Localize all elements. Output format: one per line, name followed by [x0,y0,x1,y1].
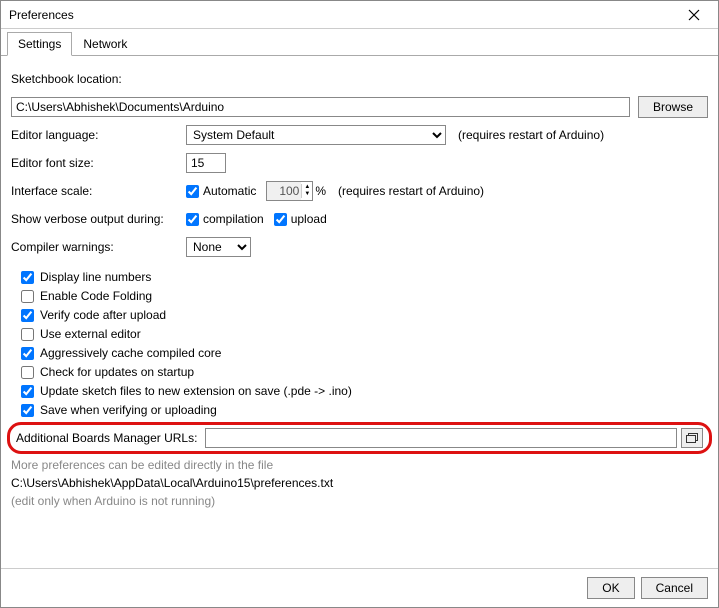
save-verify-checkbox[interactable] [21,404,34,417]
scale-label: Interface scale: [11,184,186,198]
dialog-footer: OK Cancel [1,568,718,607]
sketchbook-label: Sketchbook location: [11,72,122,86]
language-select[interactable]: System Default [186,125,446,145]
compilation-checkbox[interactable] [186,213,199,226]
code-folding-checkbox[interactable] [21,290,34,303]
compilation-checkbox-wrap[interactable]: compilation [186,212,264,226]
save-verify-label: Save when verifying or uploading [40,403,217,417]
additional-urls-row: Additional Boards Manager URLs: [7,422,712,454]
cancel-button[interactable]: Cancel [641,577,708,599]
language-restart-note: (requires restart of Arduino) [458,128,604,142]
spinner-arrows[interactable]: ▲▼ [301,184,312,198]
warnings-label: Compiler warnings: [11,240,186,254]
line-numbers-checkbox[interactable] [21,271,34,284]
scale-spinner[interactable]: ▲▼ [266,181,313,201]
fontsize-input[interactable] [186,153,226,173]
automatic-label: Automatic [203,184,256,198]
window-icon [686,433,698,444]
percent-label: % [315,184,326,198]
upload-checkbox[interactable] [274,213,287,226]
upload-checkbox-wrap[interactable]: upload [274,212,327,226]
external-editor-label: Use external editor [40,327,141,341]
verbose-label: Show verbose output during: [11,212,186,226]
ok-button[interactable]: OK [587,577,634,599]
tab-settings[interactable]: Settings [7,32,72,56]
sketchbook-input[interactable] [11,97,630,117]
verify-checkbox[interactable] [21,309,34,322]
external-editor-checkbox[interactable] [21,328,34,341]
update-ext-checkbox[interactable] [21,385,34,398]
cache-core-label: Aggressively cache compiled core [40,346,221,360]
cache-core-checkbox[interactable] [21,347,34,360]
automatic-checkbox[interactable] [186,185,199,198]
compilation-label: compilation [203,212,264,226]
check-updates-checkbox[interactable] [21,366,34,379]
scale-restart-note: (requires restart of Arduino) [338,184,484,198]
fontsize-label: Editor font size: [11,156,186,170]
prefs-path[interactable]: C:\Users\Abhishek\AppData\Local\Arduino1… [11,476,708,490]
additional-urls-label: Additional Boards Manager URLs: [16,431,197,445]
window-title: Preferences [9,8,74,22]
code-folding-label: Enable Code Folding [40,289,152,303]
language-label: Editor language: [11,128,186,142]
update-ext-label: Update sketch files to new extension on … [40,384,352,398]
verify-label: Verify code after upload [40,308,166,322]
expand-urls-button[interactable] [681,428,703,448]
tabs: Settings Network [1,31,718,56]
check-updates-label: Check for updates on startup [40,365,194,379]
edit-note: (edit only when Arduino is not running) [11,494,708,508]
more-prefs-note: More preferences can be edited directly … [11,458,708,472]
titlebar: Preferences [1,1,718,29]
additional-urls-input[interactable] [205,428,677,448]
settings-panel: Sketchbook location: Browse Editor langu… [1,56,718,508]
scale-value[interactable] [267,182,301,200]
automatic-checkbox-wrap[interactable]: Automatic [186,184,256,198]
line-numbers-label: Display line numbers [40,270,151,284]
upload-label: upload [291,212,327,226]
tab-network[interactable]: Network [72,32,138,56]
browse-button[interactable]: Browse [638,96,708,118]
warnings-select[interactable]: None [186,237,251,257]
close-button[interactable] [674,2,714,28]
